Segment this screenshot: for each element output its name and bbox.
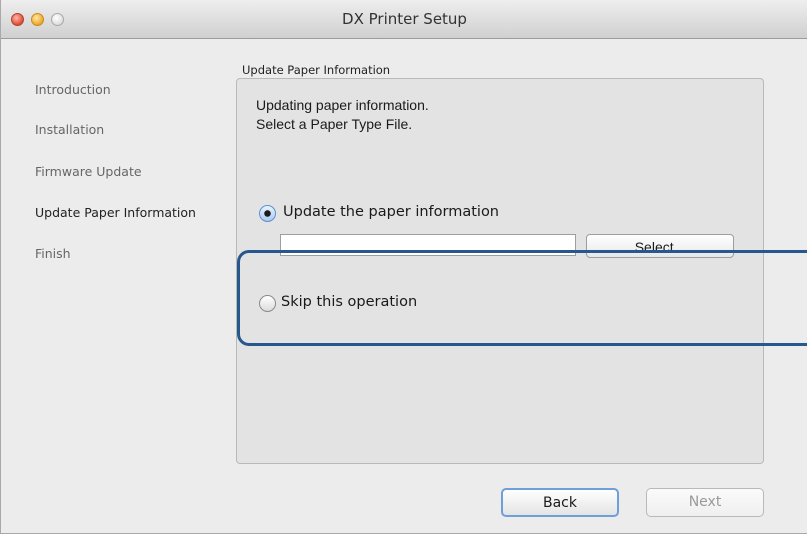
group-box-title: Update Paper Information	[242, 63, 391, 77]
back-button[interactable]: Back	[501, 488, 619, 517]
sidebar-item-introduction: Introduction	[35, 82, 111, 97]
skip-operation-label[interactable]: Skip this operation	[281, 294, 417, 310]
sidebar-item-installation: Installation	[35, 122, 105, 137]
skip-operation-radio[interactable]	[259, 295, 276, 312]
update-paper-info-radio[interactable]	[259, 205, 276, 222]
sidebar-item-finish: Finish	[35, 246, 71, 261]
sidebar-item-firmware-update: Firmware Update	[35, 164, 142, 179]
sidebar-item-update-paper-information: Update Paper Information	[35, 205, 196, 220]
window-title: DX Printer Setup	[342, 10, 467, 28]
update-paper-info-label[interactable]: Update the paper information	[283, 204, 499, 220]
title-bar[interactable]: DX Printer Setup	[1, 0, 807, 39]
instruction-line-2: Select a Paper Type File.	[256, 116, 413, 132]
next-button[interactable]: Next	[646, 488, 764, 517]
setup-window: DX Printer Setup Introduction Installati…	[0, 0, 807, 534]
instruction-line-1: Updating paper information.	[256, 97, 429, 113]
